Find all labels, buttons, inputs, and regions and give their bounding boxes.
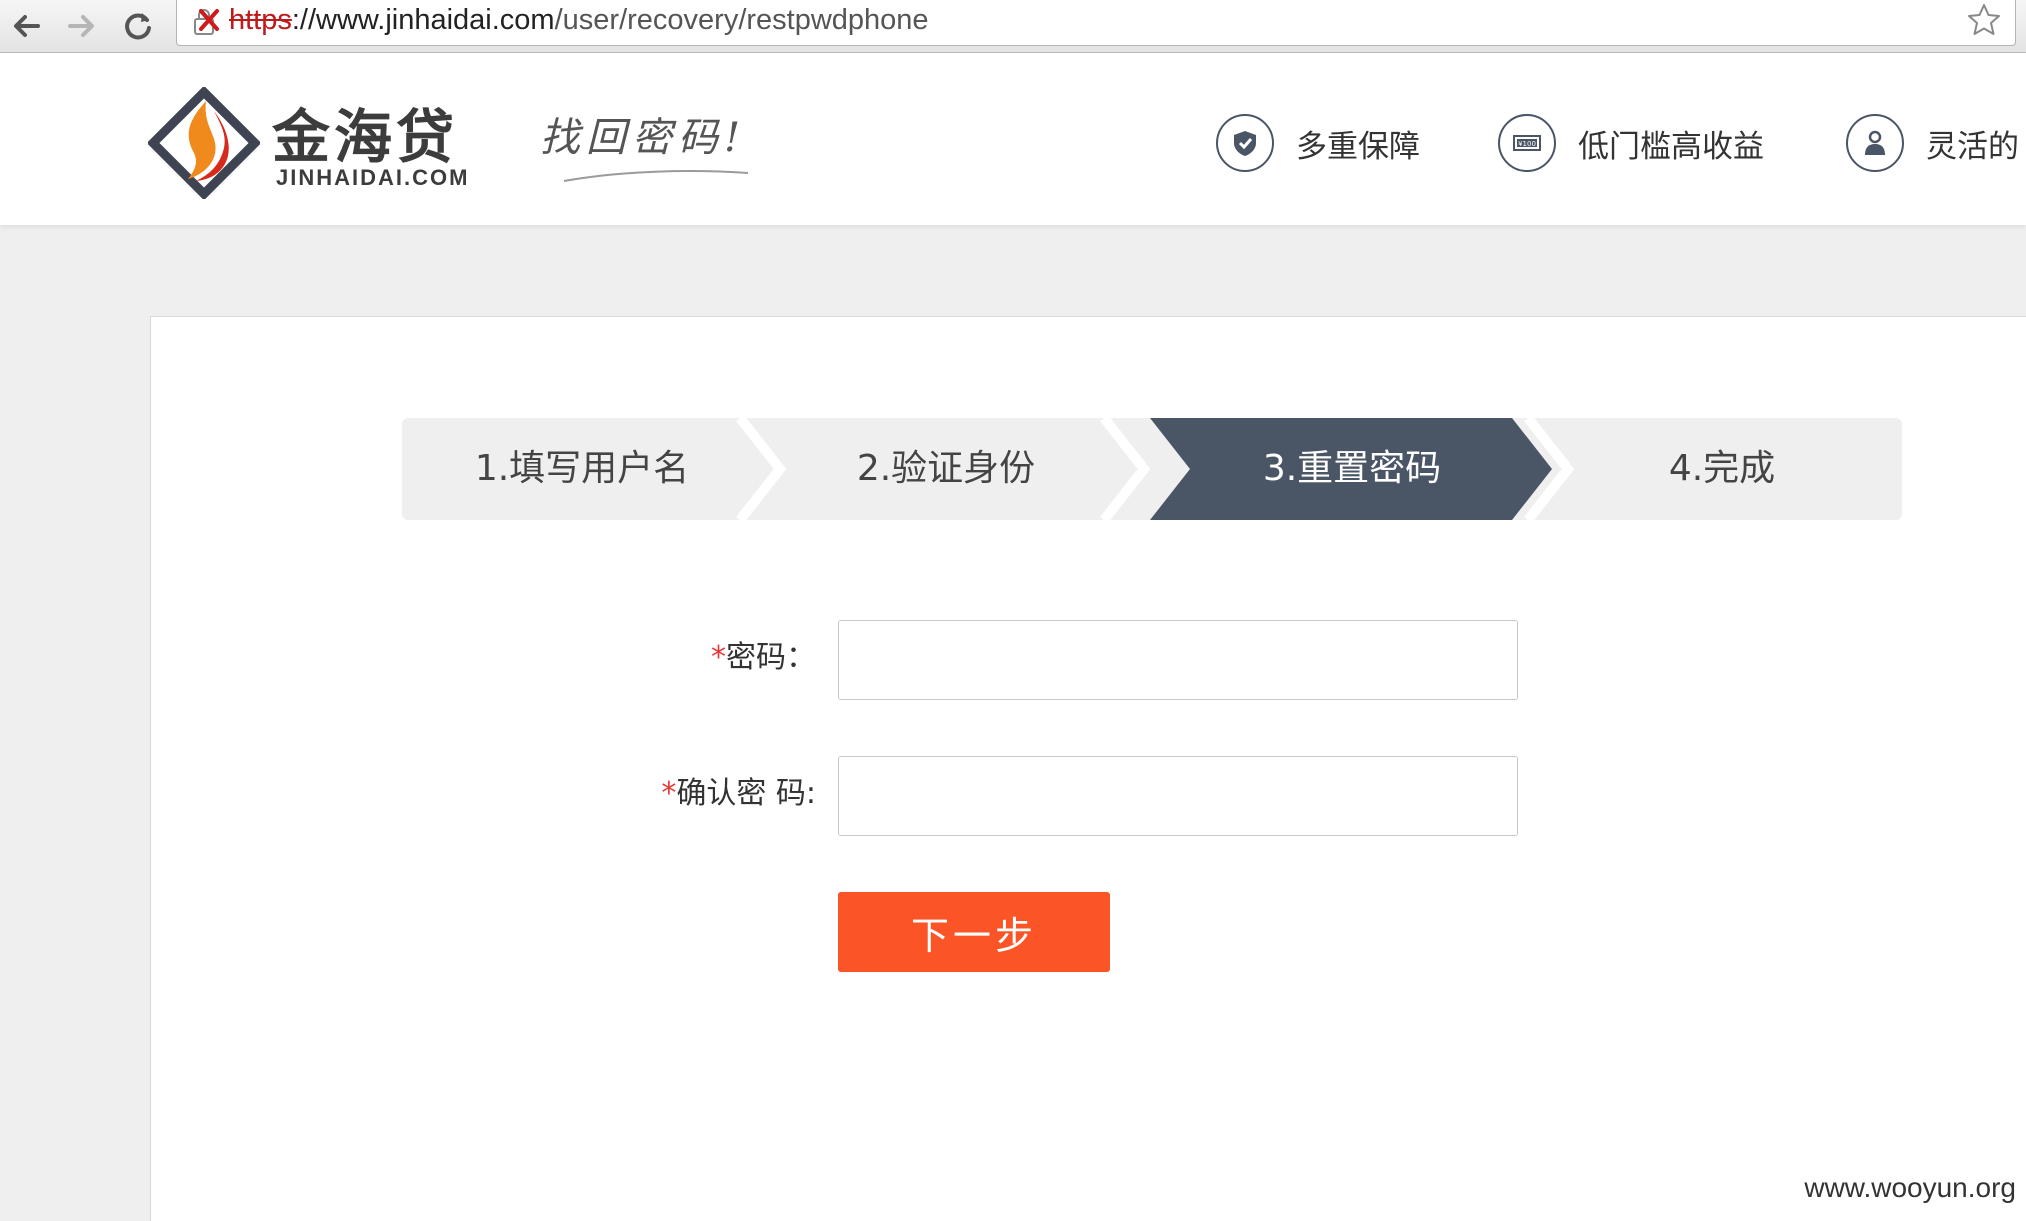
back-arrow-icon[interactable]	[8, 8, 44, 44]
password-label: *密码：	[600, 638, 816, 678]
step-3-active: 3.重置密码	[1262, 448, 1442, 489]
feature-label: 多重保障	[1296, 128, 1420, 165]
step-progress: 1.填写用户名 2.验证身份 3.重置密码 4.完成	[402, 418, 1902, 520]
step-2: 2.验证身份	[856, 448, 1036, 489]
bookmark-star-icon[interactable]	[1965, 1, 2003, 39]
confirm-password-label: *确认密 码:	[560, 774, 816, 814]
watermark: www.wooyun.org	[1804, 1172, 2016, 1203]
confirm-password-label-text: 确认密 码:	[676, 776, 816, 811]
next-step-button[interactable]: 下一步	[838, 892, 1110, 972]
site-header: 金海贷 JINHAIDAI.COM 找回密码! 多重保障 ¥100 低门槛高收益…	[0, 53, 2026, 225]
browser-toolbar: https://www.jinhaidai.com/user/recovery/…	[0, 0, 2026, 53]
logo-name-en: JINHAIDAI.COM	[276, 165, 470, 190]
step-4: 4.完成	[1668, 448, 1776, 489]
address-bar[interactable]: https://www.jinhaidai.com/user/recovery/…	[176, 0, 2016, 46]
feature-label: 低门槛高收益	[1578, 128, 1764, 165]
required-mark: *	[661, 776, 677, 811]
feature-low-threshold[interactable]: ¥100 低门槛高收益	[1498, 111, 1764, 175]
url-host: ://www.jinhaidai.com	[291, 4, 555, 36]
feature-security[interactable]: 多重保障	[1216, 111, 1420, 175]
url-path: /user/recovery/restpwdphone	[554, 4, 929, 36]
confirm-password-input[interactable]	[838, 756, 1518, 836]
person-icon	[1846, 114, 1904, 172]
svg-text:¥100: ¥100	[1518, 140, 1536, 148]
page-slogan: 找回密码!	[540, 115, 747, 161]
shield-check-icon	[1216, 114, 1274, 172]
reload-icon[interactable]	[120, 8, 156, 44]
logo-flame-icon[interactable]	[148, 87, 260, 199]
insecure-lock-icon[interactable]	[191, 7, 221, 37]
password-label-text: 密码：	[726, 640, 816, 675]
feature-flexible[interactable]: 灵活的	[1846, 111, 2019, 175]
step-1: 1.填写用户名	[474, 448, 690, 489]
money-bill-icon: ¥100	[1498, 114, 1556, 172]
forward-arrow-icon[interactable]	[64, 8, 100, 44]
slogan-underline	[563, 170, 749, 182]
required-mark: *	[711, 640, 726, 675]
url-scheme: https	[229, 4, 292, 36]
url-text[interactable]: https://www.jinhaidai.com/user/recovery/…	[229, 3, 929, 37]
logo-name-cn: 金海贷	[272, 103, 459, 171]
password-input[interactable]	[838, 620, 1518, 700]
feature-label: 灵活的	[1926, 128, 2019, 165]
